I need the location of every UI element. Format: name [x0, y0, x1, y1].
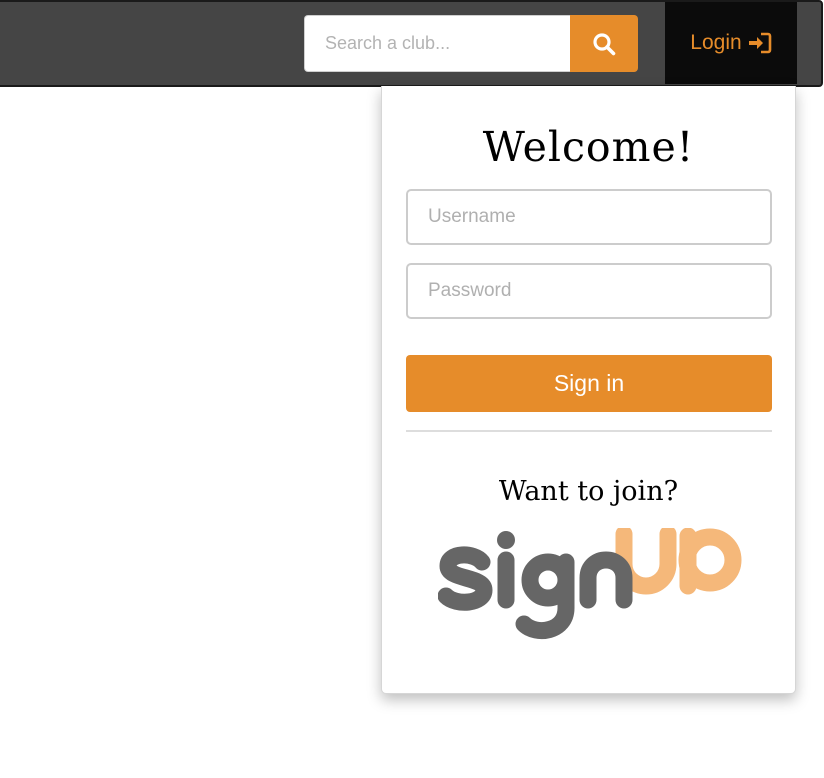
login-label: Login — [690, 31, 742, 54]
search-icon — [593, 32, 616, 55]
welcome-title: Welcome! — [482, 123, 695, 171]
search-button[interactable] — [570, 15, 638, 72]
username-field[interactable] — [406, 189, 772, 245]
signup-logo[interactable] — [438, 528, 742, 644]
password-field[interactable] — [406, 263, 772, 319]
sign-in-button[interactable]: Sign in — [406, 355, 772, 412]
join-prompt: Want to join? — [498, 476, 679, 507]
search-form — [304, 15, 638, 72]
login-button[interactable]: Login — [665, 2, 797, 84]
login-dropdown: Welcome! Sign in Want to join? — [381, 86, 796, 694]
sign-in-icon — [748, 32, 771, 54]
divider — [406, 430, 772, 432]
search-input[interactable] — [304, 15, 572, 72]
